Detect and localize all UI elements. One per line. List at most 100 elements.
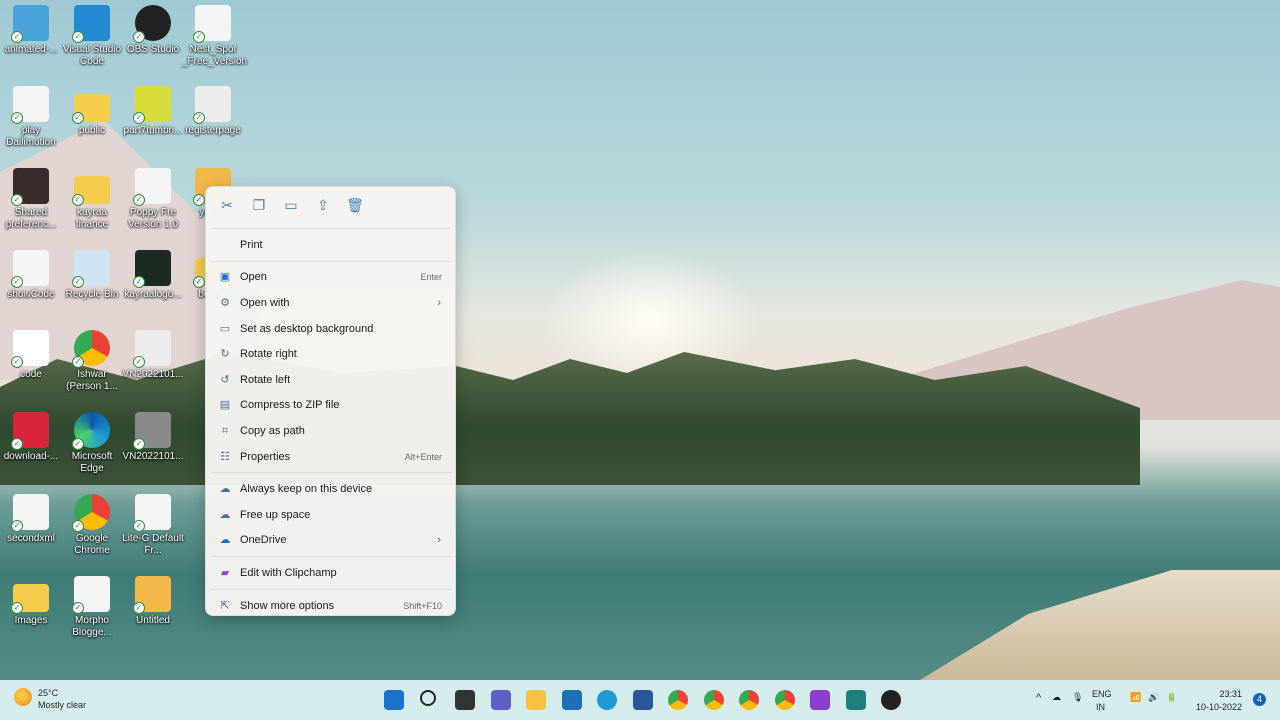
input-region[interactable]: IN [1096, 702, 1105, 712]
desktop-icon-image[interactable]: ✓ download-... [0, 412, 62, 463]
taskbar-chrome-profile-2-icon[interactable] [739, 690, 759, 710]
desktop-icon-video[interactable]: ✓ VN2022101... [122, 412, 184, 463]
taskbar-task-view-icon[interactable] [455, 690, 475, 710]
menu-item-print[interactable]: Print [206, 232, 455, 258]
menu-separator [210, 472, 451, 474]
desktop-icon-document[interactable]: ✓ code [0, 330, 62, 381]
clipchamp-icon: ▰ [220, 566, 230, 579]
weather-widget[interactable]: 25°C Mostly clear [14, 688, 86, 710]
desktop-icon-folder[interactable]: ✓ public [61, 86, 123, 137]
delete-icon[interactable]: 🗑 [346, 197, 364, 215]
menu-item-open-with[interactable]: ⚙ Open with › [206, 290, 455, 316]
taskbar-obs-icon[interactable] [881, 690, 901, 710]
menu-item-always-keep-on-this-device[interactable]: ☁ Always keep on this device [206, 476, 455, 502]
taskbar-chrome-profile-1-icon[interactable] [668, 690, 688, 710]
path-icon: ⌗ [221, 424, 229, 437]
sync-status-icon: ✓ [72, 276, 84, 288]
volume-icon[interactable]: 🔊 [1148, 692, 1159, 703]
desktop-icon-vscode[interactable]: ✓ Visual Studio Code [61, 5, 123, 68]
menu-item-compress-to-zip-file[interactable]: ▤ Compress to ZIP file [206, 393, 455, 419]
taskbar-start-icon[interactable] [384, 690, 404, 710]
desktop-icon-document[interactable]: ✓ secondxml [0, 494, 62, 545]
menu-separator [210, 556, 451, 558]
taskbar-chrome-profile-3-icon[interactable] [774, 690, 795, 710]
taskbar-app-teal-icon[interactable] [845, 690, 866, 710]
clock-time[interactable]: 23:31 [1219, 689, 1242, 699]
context-menu-toolbar: ✂ ❐ ▭ ⇪ 🗑 [206, 187, 455, 225]
menu-item-set-as-desktop-background[interactable]: ▭ Set as desktop background [206, 316, 455, 342]
chrome-icon: ✓ [72, 494, 110, 532]
notification-badge[interactable]: 4 [1253, 693, 1266, 706]
desktop-icon-folder[interactable]: ✓ kayraa finance [61, 168, 123, 231]
menu-item-label: Print [240, 238, 263, 251]
sync-status-icon: ✓ [133, 194, 145, 206]
sync-status-icon: ✓ [11, 356, 23, 368]
desktop-icon-recycle[interactable]: ✓ Recycle Bin [61, 250, 123, 301]
rename-icon[interactable]: ▭ [282, 197, 300, 215]
menu-item-open[interactable]: ▣ Open Enter [206, 265, 455, 291]
show-hidden-icons-chevron[interactable]: ^ [1036, 692, 1041, 704]
desktop-icon-chrome[interactable]: ✓ Google Chrome [61, 494, 123, 557]
onedrive-tray-icon[interactable]: ☁ [1052, 692, 1061, 703]
sync-status-icon: ✓ [72, 112, 84, 124]
desktop-icon-document[interactable]: ✓ VN2022101... [122, 330, 184, 381]
desktop-icon-folder[interactable]: ✓ Images [0, 576, 62, 627]
cloud-icon: ☁ [219, 508, 231, 521]
input-language[interactable]: ENG [1092, 689, 1112, 699]
shortcut-hint: Shift+F10 [403, 600, 442, 611]
desktop-icon-image[interactable]: ✓ kayraalogo... [122, 250, 184, 301]
menu-item-show-more-options[interactable]: ⇱ Show more options Shift+F10 [206, 593, 455, 619]
taskbar-clipchamp-icon[interactable] [810, 690, 830, 710]
taskbar-word-doc-icon[interactable] [632, 690, 653, 710]
menu-item-rotate-left[interactable]: ↺ Rotate left [206, 367, 455, 393]
copy-icon[interactable]: ❐ [250, 197, 268, 215]
menu-item-onedrive[interactable]: ☁ OneDrive › [206, 528, 455, 554]
desktop-icon-document[interactable]: ✓ showCode [0, 250, 62, 301]
desktop-icon-image[interactable]: ✓ part7tumbn... [122, 86, 184, 137]
menu-item-copy-as-path[interactable]: ⌗ Copy as path [206, 418, 455, 444]
taskbar-edge-icon[interactable] [597, 690, 617, 710]
desktop-icon-html[interactable]: ✓ Lite-G Default Fr... [122, 494, 184, 557]
microphone-icon[interactable]: 🎙 [1072, 692, 1083, 703]
cut-icon[interactable]: ✂ [218, 197, 236, 215]
desktop-icon-label: Visual Studio Code [62, 44, 122, 67]
taskbar-chrome-icon[interactable] [703, 690, 724, 710]
wifi-icon[interactable]: 📶 [1130, 692, 1141, 703]
desktop-icon-document[interactable]: ✓ registerpage [182, 86, 244, 137]
menu-item-edit-with-clipchamp[interactable]: ▰ Edit with Clipchamp [206, 560, 455, 586]
share-icon[interactable]: ⇪ [314, 197, 332, 215]
desktop-icon-html[interactable]: ✓ Nest_Spot _Free_Version [182, 5, 247, 68]
menu-separator [210, 228, 451, 229]
taskbar-file-explorer-icon[interactable] [526, 690, 546, 710]
obs-icon: ✓ [133, 5, 171, 43]
taskbar-store-icon[interactable] [561, 690, 582, 710]
desktop-icon-edge[interactable]: ✓ Microsoft Edge [61, 412, 123, 475]
taskbar-teams-chat-icon[interactable] [490, 690, 511, 710]
system-tray: ^ ☁ 🎙 ENG IN 📶 🔊 🔋 23:31 10-10-2022 4 [1030, 680, 1280, 720]
desktop-icon-label: animated-... [4, 44, 58, 55]
image-icon: ✓ [11, 5, 49, 43]
desktop-icon-chrome[interactable]: ✓ Ishwar (Person 1... [61, 330, 123, 393]
clock-date[interactable]: 10-10-2022 [1196, 702, 1242, 712]
menu-item-label: Rotate left [240, 373, 291, 386]
desktop-icon-image[interactable]: ✓ Untitled [122, 576, 184, 627]
sync-status-icon: ✓ [72, 194, 84, 206]
desktop-icon-label: VN2022101... [122, 451, 184, 462]
html-icon: ✓ [133, 494, 171, 532]
video-icon: ✓ [133, 412, 171, 450]
desktop-icon-obs[interactable]: ✓ OBS Studio [122, 5, 184, 56]
desktop-icon-image[interactable]: ✓ animated-... [0, 5, 62, 56]
desktop-icon-image[interactable]: ✓ Shared preferenc... [0, 168, 62, 231]
image-icon: ✓ [133, 86, 171, 124]
menu-item-free-up-space[interactable]: ☁ Free up space [206, 502, 455, 528]
menu-item-properties[interactable]: ☷ Properties Alt+Enter [206, 444, 455, 470]
taskbar-search-icon[interactable] [419, 690, 436, 706]
desktop-icon-document[interactable]: ✓ play Dailimotion [0, 86, 62, 149]
desktop-icon-html[interactable]: ✓ Poppy Fre Version 1.0 [122, 168, 184, 231]
desktop-icon-label: public [78, 125, 106, 136]
document-icon: ✓ [11, 250, 49, 288]
battery-icon[interactable]: 🔋 [1166, 692, 1177, 703]
menu-item-rotate-right[interactable]: ↻ Rotate right [206, 341, 455, 367]
menu-item-label: Copy as path [240, 424, 305, 437]
desktop-icon-html[interactable]: ✓ Morpho Blogge... [61, 576, 123, 639]
